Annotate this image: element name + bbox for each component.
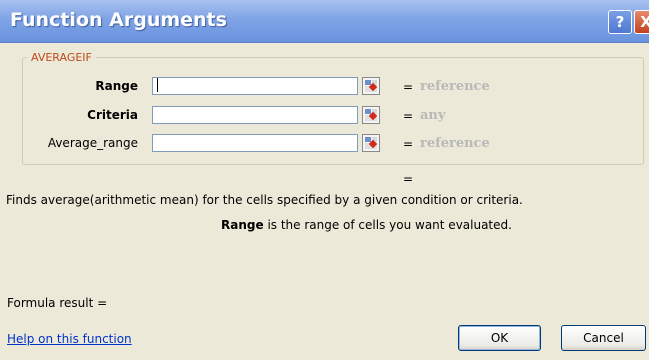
average-range-equals: =: [403, 137, 414, 151]
title-bar[interactable]: Function Arguments ? X: [0, 0, 649, 43]
average-range-type: reference: [420, 136, 490, 151]
argument-description-text: is the range of cells you want evaluated…: [267, 218, 512, 232]
criteria-type: any: [420, 108, 446, 123]
window-title: Function Arguments: [10, 9, 227, 31]
text-caret: [157, 78, 158, 92]
cancel-button[interactable]: Cancel: [561, 325, 646, 351]
criteria-equals: =: [403, 109, 414, 123]
function-name-label: AVERAGEIF: [27, 51, 96, 64]
criteria-input[interactable]: [152, 106, 358, 124]
ok-button[interactable]: OK: [458, 325, 541, 351]
average-range-collapse-button[interactable]: [362, 134, 380, 152]
function-result-equals: =: [403, 172, 414, 186]
average-range-label: Average_range: [47, 136, 138, 150]
range-label: Range: [95, 79, 138, 93]
argument-description-name: Range: [221, 218, 264, 232]
range-type: reference: [420, 79, 490, 94]
range-collapse-button[interactable]: [362, 77, 380, 95]
argument-description: Range is the range of cells you want eva…: [221, 218, 512, 232]
range-equals: =: [403, 80, 414, 94]
function-description: Finds average(arithmetic mean) for the c…: [6, 193, 523, 207]
criteria-collapse-button[interactable]: [362, 106, 380, 124]
criteria-label: Criteria: [87, 108, 138, 122]
help-on-function-link[interactable]: Help on this function: [7, 332, 132, 346]
average-range-input[interactable]: [152, 134, 358, 152]
range-input[interactable]: [152, 77, 358, 95]
formula-result-label: Formula result =: [7, 296, 108, 310]
close-icon[interactable]: X: [634, 10, 649, 34]
help-icon[interactable]: ?: [608, 10, 632, 34]
